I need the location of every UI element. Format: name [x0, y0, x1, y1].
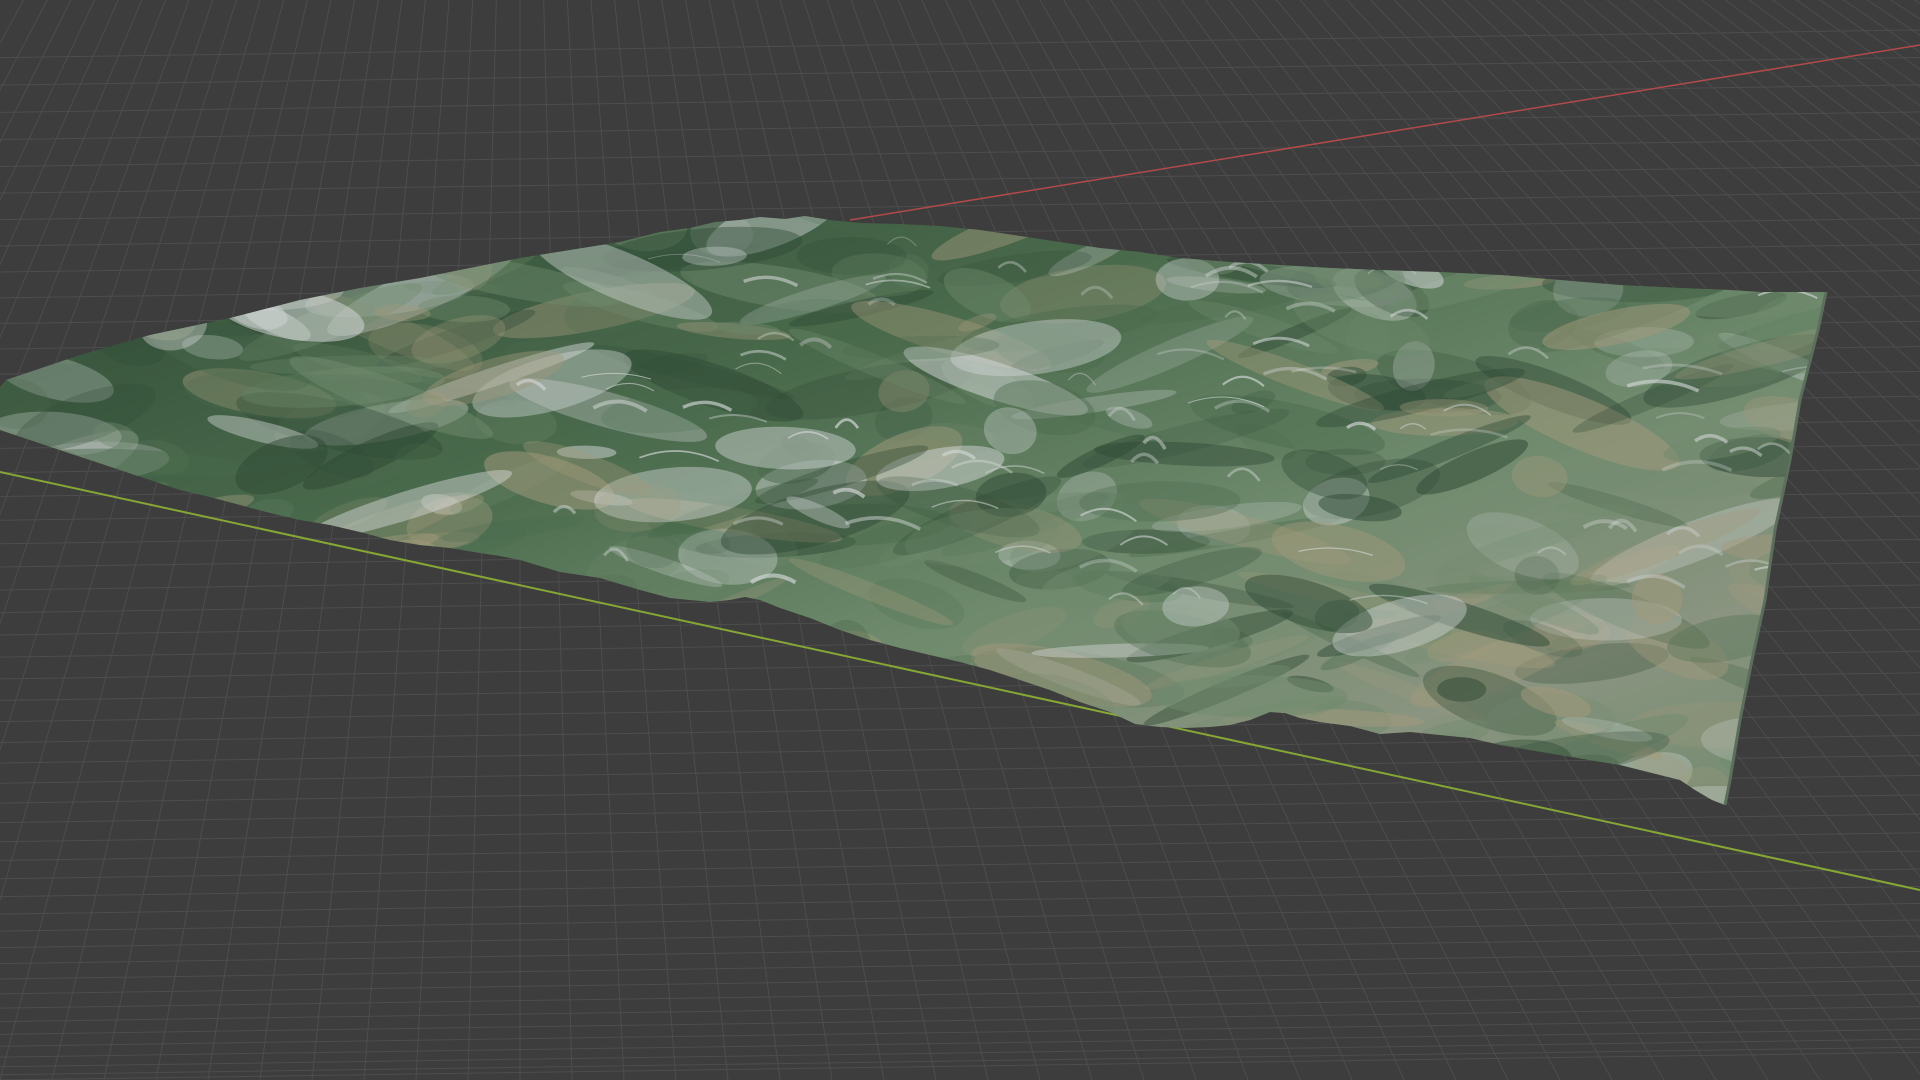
x-axis-line [849, 44, 1920, 221]
3d-viewport[interactable] [0, 0, 1920, 1080]
terrain-mesh[interactable] [0, 173, 1920, 855]
